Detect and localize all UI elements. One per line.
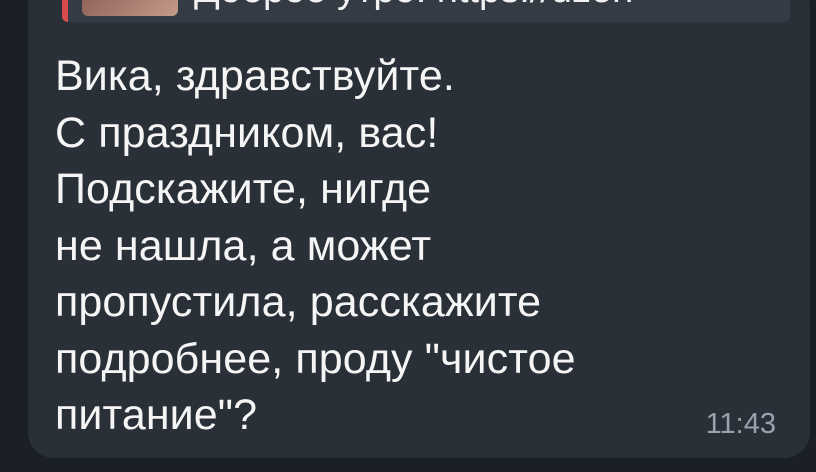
reply-preview[interactable]: Доброе утро. https://dzen xyxy=(62,0,790,22)
reply-preview-text: Доброе утро. https://dzen xyxy=(194,0,633,12)
reply-thumbnail xyxy=(82,0,178,16)
message-timestamp: 11:43 xyxy=(705,408,776,440)
message-text: Вика, здравствуйте. С праздником, вас! П… xyxy=(55,52,576,439)
